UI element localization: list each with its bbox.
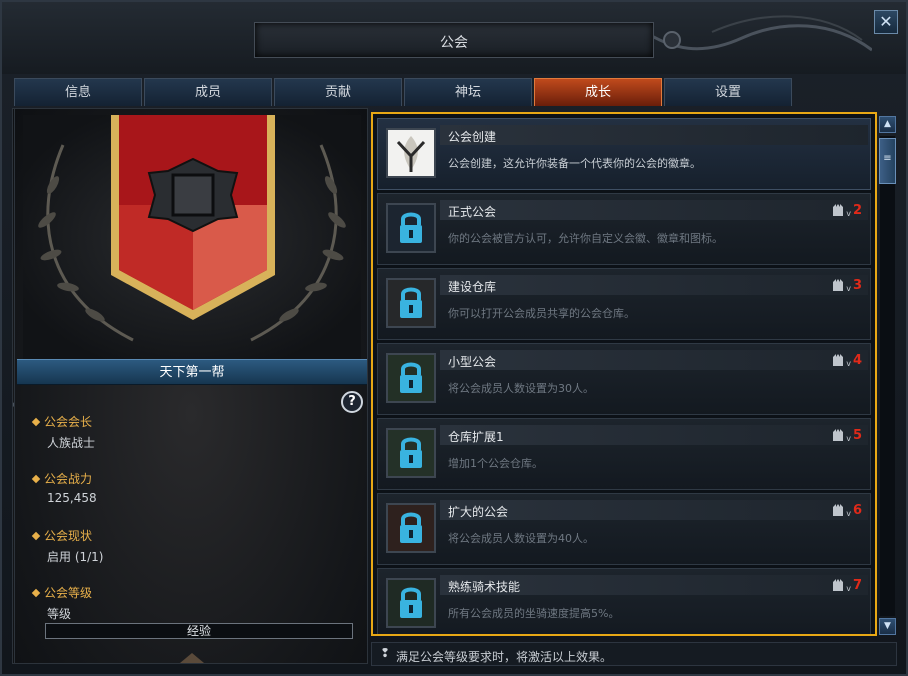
level-mark: v (846, 359, 851, 368)
scrollbar-thumb[interactable]: ≡ (879, 138, 896, 184)
info-value: 启用 (1/1) (47, 550, 104, 564)
info-item-leader: 公会会长 人族战士 (31, 413, 353, 470)
guild-level-icon (833, 579, 844, 591)
tab-info[interactable]: 信息 (14, 78, 142, 106)
info-label: 公会会长 (44, 415, 93, 429)
info-value: 等级 (47, 607, 72, 621)
tab-growth[interactable]: 成长 (534, 78, 662, 106)
item-desc: 所有公会成员的坐骑速度提高5%。 (448, 607, 620, 620)
bottom-ornament-icon (180, 653, 204, 663)
required-level-value: 5 (852, 427, 862, 443)
item-desc: 你可以打开公会成员共享的公会仓库。 (448, 307, 635, 320)
required-level: v 5 (832, 427, 862, 443)
growth-list: 公会创建 公会创建，这允许你装备一个代表你的公会的徽章。 正式公会 v 2 你的… (371, 112, 877, 636)
growth-item[interactable]: 小型公会 v 4 将公会成员人数设置为30人。 (377, 343, 871, 415)
level-mark: v (846, 584, 851, 593)
growth-item[interactable]: 熟练骑术技能 v 7 所有公会成员的坐骑速度提高5%。 (377, 568, 871, 634)
growth-item[interactable]: 扩大的公会 v 6 将公会成员人数设置为40人。 (377, 493, 871, 565)
item-title: 熟练骑术技能 (448, 580, 521, 594)
level-mark: v (846, 209, 851, 218)
guild-level-icon (833, 354, 844, 366)
growth-item[interactable]: 建设仓库 v 3 你可以打开公会成员共享的公会仓库。 (377, 268, 871, 340)
item-desc: 将公会成员人数设置为30人。 (448, 382, 594, 395)
tab-bar: 信息 成员 贡献 神坛 成长 设置 (14, 78, 792, 106)
item-desc: 增加1个公会仓库。 (448, 457, 543, 470)
tab-settings[interactable]: 设置 (664, 78, 792, 106)
lock-icon (386, 428, 436, 478)
level-mark: v (846, 284, 851, 293)
diamond-bullet-icon (31, 531, 41, 540)
required-level: v 3 (832, 277, 862, 293)
growth-item[interactable]: 正式公会 v 2 你的公会被官方认可，允许你自定义会徽、徽章和图标。 (377, 193, 871, 265)
scrollbar-track[interactable] (880, 136, 895, 616)
info-value: 125,458 (47, 491, 97, 505)
lock-icon (386, 578, 436, 628)
guild-info-panel: 天下第一帮 ? 公会会长 人族战士 公会战力 125,458 公会现状 启用 (… (14, 108, 368, 664)
required-level-value: 4 (852, 352, 862, 368)
tab-altar[interactable]: 神坛 (404, 78, 532, 106)
right-ornament-icon (642, 15, 872, 52)
title-plate: 公会 (254, 22, 654, 58)
lock-icon (386, 353, 436, 403)
required-level: v 7 (832, 577, 862, 593)
item-desc: 将公会成员人数设置为40人。 (448, 532, 594, 545)
help-icon[interactable]: ? (341, 391, 363, 413)
guild-level-icon (833, 504, 844, 516)
guild-name-bar[interactable]: 天下第一帮 (17, 359, 367, 385)
experience-bar: 经验 (45, 623, 353, 639)
required-level-value: 3 (852, 277, 862, 293)
guild-level-icon (833, 279, 844, 291)
guild-level-icon (833, 204, 844, 216)
info-label: 公会现状 (44, 529, 93, 543)
growth-item[interactable]: 公会创建 公会创建，这允许你装备一个代表你的公会的徽章。 (377, 118, 871, 190)
required-level-value: 7 (852, 577, 862, 593)
diamond-bullet-icon (31, 588, 41, 597)
info-item-power: 公会战力 125,458 (31, 470, 353, 527)
close-button[interactable]: ✕ (874, 10, 898, 34)
required-level-value: 2 (852, 202, 862, 218)
item-title: 仓库扩展1 (448, 430, 504, 444)
lock-icon (386, 278, 436, 328)
diamond-bullet-icon (31, 417, 41, 426)
diamond-bullet-icon (31, 474, 41, 483)
item-desc: 公会创建，这允许你装备一个代表你的公会的徽章。 (448, 157, 701, 170)
lock-icon (386, 503, 436, 553)
footer-note: ❢ 满足公会等级要求时，将激活以上效果。 (371, 642, 897, 666)
scroll-up-button[interactable]: ▲ (879, 116, 896, 133)
item-title: 建设仓库 (448, 280, 497, 294)
required-level-value: 6 (852, 502, 862, 518)
guild-info-list: 公会会长 人族战士 公会战力 125,458 公会现状 启用 (1/1) 公会等… (31, 413, 353, 641)
lock-icon (386, 203, 436, 253)
required-level: v 2 (832, 202, 862, 218)
info-item-status: 公会现状 启用 (1/1) (31, 527, 353, 584)
item-title: 公会创建 (448, 130, 497, 144)
tab-contribution[interactable]: 贡献 (274, 78, 402, 106)
guild-banner-icon (38, 115, 346, 342)
title-bar: 公会 ✕ (2, 2, 906, 664)
info-label: 公会等级 (44, 586, 93, 600)
growth-item[interactable]: 仓库扩展1 v 5 增加1个公会仓库。 (377, 418, 871, 490)
item-title: 小型公会 (448, 355, 497, 369)
guild-emblem-icon (386, 128, 436, 178)
item-desc: 你的公会被官方认可，允许你自定义会徽、徽章和图标。 (448, 232, 723, 245)
level-mark: v (846, 509, 851, 518)
info-label: 公会战力 (44, 472, 93, 486)
required-level: v 4 (832, 352, 862, 368)
info-value: 人族战士 (47, 436, 96, 450)
level-mark: v (846, 434, 851, 443)
guild-window: 公会 ✕ 信息 成员 贡献 神坛 成长 设置 天下第一帮 ? 公会会长 人族战士… (0, 0, 908, 676)
tab-members[interactable]: 成员 (144, 78, 272, 106)
guild-banner-area (23, 115, 361, 360)
scroll-down-button[interactable]: ▼ (879, 618, 896, 635)
required-level: v 6 (832, 502, 862, 518)
item-title: 扩大的公会 (448, 505, 509, 519)
footer-text: 满足公会等级要求时，将激活以上效果。 (396, 650, 613, 664)
info-bulb-icon: ❢ (380, 646, 391, 660)
guild-level-icon (833, 429, 844, 441)
item-title: 正式公会 (448, 205, 497, 219)
window-title: 公会 (440, 35, 468, 51)
